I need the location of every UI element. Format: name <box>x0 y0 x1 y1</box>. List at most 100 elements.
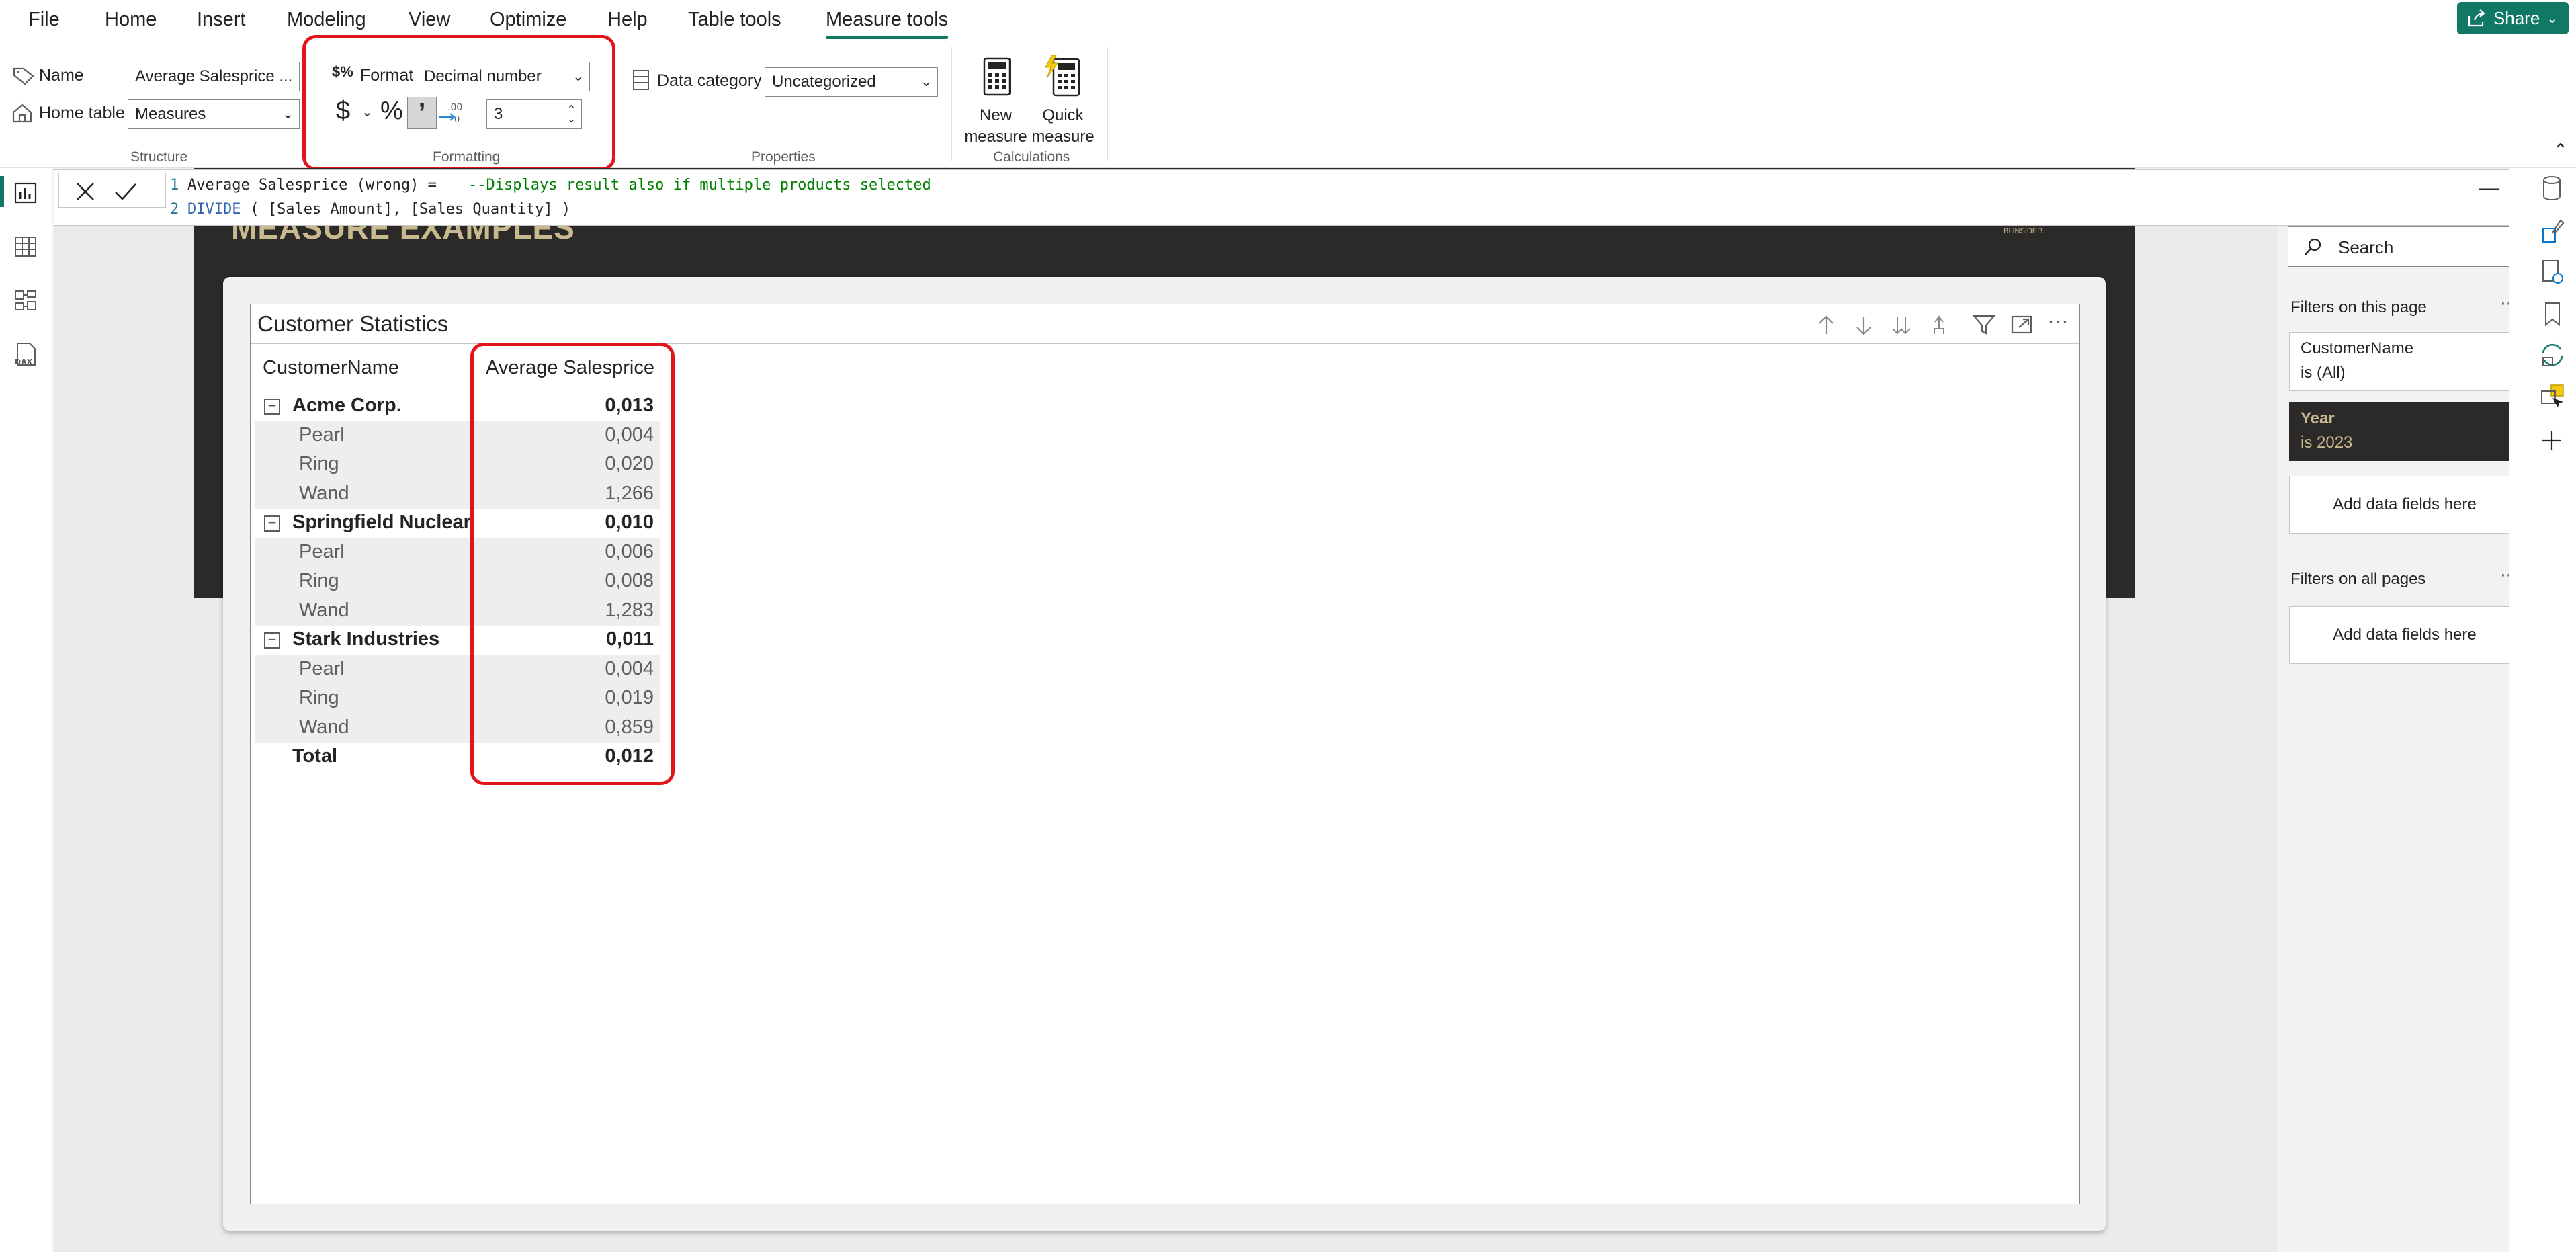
product-row-label[interactable]: Wand <box>299 599 460 622</box>
line-number: 1 <box>170 177 179 194</box>
home-table-select[interactable]: Measures ⌄ <box>128 99 300 129</box>
report-view-icon[interactable] <box>13 181 38 204</box>
menu-view[interactable]: View <box>409 0 450 39</box>
menu-modeling[interactable]: Modeling <box>287 0 366 39</box>
drill-down-icon[interactable] <box>1852 314 1875 337</box>
home-icon <box>12 103 32 123</box>
dax-editor[interactable]: 1 Average Salesprice (wrong) = --Display… <box>166 170 2453 225</box>
name-label: Name <box>39 66 84 85</box>
filter-field-value: is (All) <box>2301 364 2346 382</box>
quick-measure-label: Quick measure <box>1031 106 1094 146</box>
expand-all-icon[interactable] <box>1928 314 1950 337</box>
code-comment: --Displays result also if multiple produ… <box>468 177 931 194</box>
filter-field-name: Year <box>2301 409 2335 427</box>
menu-optimize[interactable]: Optimize <box>490 0 566 39</box>
filter-search-box[interactable]: Search <box>2288 226 2511 267</box>
product-row-label[interactable]: Wand <box>299 483 460 505</box>
format-pane-icon[interactable] <box>2540 218 2565 245</box>
total-label[interactable]: Total <box>292 745 474 767</box>
dax-query-view-icon[interactable]: DAX <box>12 341 39 367</box>
ribbon: Name Average Salesprice ... Home table M… <box>0 35 2576 171</box>
product-row-label[interactable]: Pearl <box>299 541 460 563</box>
focus-mode-icon[interactable] <box>2010 312 2034 337</box>
collapse-icon[interactable]: − <box>264 515 280 532</box>
menu-home[interactable]: Home <box>105 0 157 39</box>
share-label: Share <box>2493 7 2540 28</box>
filter-field-name: CustomerName <box>2301 339 2414 358</box>
highlight-box <box>470 343 675 785</box>
share-button[interactable]: Share ⌄ <box>2457 2 2569 34</box>
formula-bar: 1 Average Salesprice (wrong) = --Display… <box>54 169 2521 226</box>
divider <box>951 47 952 161</box>
collapse-ribbon-icon[interactable]: ⌃ <box>2553 140 2568 161</box>
add-fields-label: Add data fields here <box>2333 495 2477 513</box>
sync-slicers-icon[interactable] <box>2539 341 2566 368</box>
home-table-label: Home table <box>39 103 125 122</box>
add-data-fields-dropzone[interactable]: Add data fields here <box>2289 476 2520 534</box>
line-number: 2 <box>170 201 179 218</box>
go-to-next-level-icon[interactable] <box>1890 314 1913 337</box>
menu-help[interactable]: Help <box>607 0 648 39</box>
product-row-label[interactable]: Ring <box>299 453 460 475</box>
minimize-editor-icon[interactable]: — <box>2479 177 2499 200</box>
filter-field-value: is 2023 <box>2301 433 2353 452</box>
more-options-icon[interactable]: ⋯ <box>2047 308 2069 334</box>
menu-file[interactable]: File <box>28 0 60 39</box>
table-view-icon[interactable] <box>13 235 38 258</box>
drill-up-icon[interactable] <box>1815 314 1838 337</box>
product-row-label[interactable]: Wand <box>299 716 460 739</box>
filters-on-this-page-heading: Filters on this page <box>2290 298 2427 317</box>
chevron-down-icon: ⌄ <box>920 75 932 89</box>
function-name-code: DIVIDE <box>187 201 241 218</box>
product-row-label[interactable]: Ring <box>299 570 460 592</box>
bookmark-icon[interactable] <box>2543 301 2562 327</box>
menu-bar: File Home Insert Modeling View Optimize … <box>0 0 2576 40</box>
tag-icon <box>13 67 34 85</box>
customer-row-label[interactable]: Stark Industries <box>292 628 474 651</box>
collapse-icon[interactable]: − <box>264 632 280 649</box>
customer-row-label[interactable]: Springfield Nuclear <box>292 511 474 534</box>
quick-measure-icon <box>1045 55 1080 97</box>
calculations-group-label: Calculations <box>993 149 1070 165</box>
add-data-fields-dropzone-all-pages[interactable]: Add data fields here <box>2289 606 2520 664</box>
new-measure-button[interactable]: New measure <box>962 48 1029 149</box>
visual-title: Customer Statistics <box>257 311 449 336</box>
data-pane-icon[interactable] <box>2540 175 2563 202</box>
panes-rail <box>2509 168 2576 1252</box>
search-icon <box>2305 238 2321 255</box>
model-view-icon[interactable] <box>13 289 38 312</box>
chevron-down-icon: ⌄ <box>2546 11 2559 26</box>
add-pane-icon[interactable] <box>2540 429 2563 452</box>
structure-group-label: Structure <box>130 149 188 165</box>
name-field[interactable]: Average Salesprice ... <box>128 62 300 91</box>
cancel-icon[interactable] <box>75 181 96 202</box>
properties-pane-icon[interactable] <box>2540 258 2565 285</box>
column-header-customername[interactable]: CustomerName <box>263 357 399 379</box>
view-switcher-rail: DAX <box>0 168 52 1252</box>
data-category-select[interactable]: Uncategorized ⌄ <box>765 67 938 97</box>
menu-measure-tools[interactable]: Measure tools <box>826 0 949 39</box>
chevron-down-icon: ⌄ <box>282 107 294 122</box>
collapse-icon[interactable]: − <box>264 399 280 415</box>
customer-row-label[interactable]: Acme Corp. <box>292 394 474 417</box>
divider <box>1107 47 1108 161</box>
selection-pane-icon[interactable] <box>2539 383 2566 410</box>
properties-group-label: Properties <box>751 149 816 165</box>
share-icon <box>2468 9 2485 27</box>
quick-measure-button[interactable]: Quick measure <box>1029 48 1097 149</box>
function-args-code: ( [Sales Amount], [Sales Quantity] ) <box>241 201 571 218</box>
data-category-label: Data category <box>657 71 762 90</box>
add-fields-label: Add data fields here <box>2333 626 2477 644</box>
product-row-label[interactable]: Pearl <box>299 424 460 446</box>
commit-icon[interactable] <box>114 181 138 202</box>
filter-card-customername[interactable]: CustomerName is (All) <box>2289 332 2520 391</box>
menu-insert[interactable]: Insert <box>197 0 246 39</box>
product-row-label[interactable]: Pearl <box>299 658 460 680</box>
filters-pane: Search Filters on this page ⋯ CustomerNa… <box>2278 226 2520 1252</box>
svg-text:DAX: DAX <box>15 358 33 366</box>
menu-table-tools[interactable]: Table tools <box>688 0 781 39</box>
calculator-icon <box>983 57 1011 96</box>
filter-card-year[interactable]: Year is 2023 <box>2289 402 2520 461</box>
filter-icon[interactable] <box>1972 312 1996 337</box>
product-row-label[interactable]: Ring <box>299 687 460 709</box>
